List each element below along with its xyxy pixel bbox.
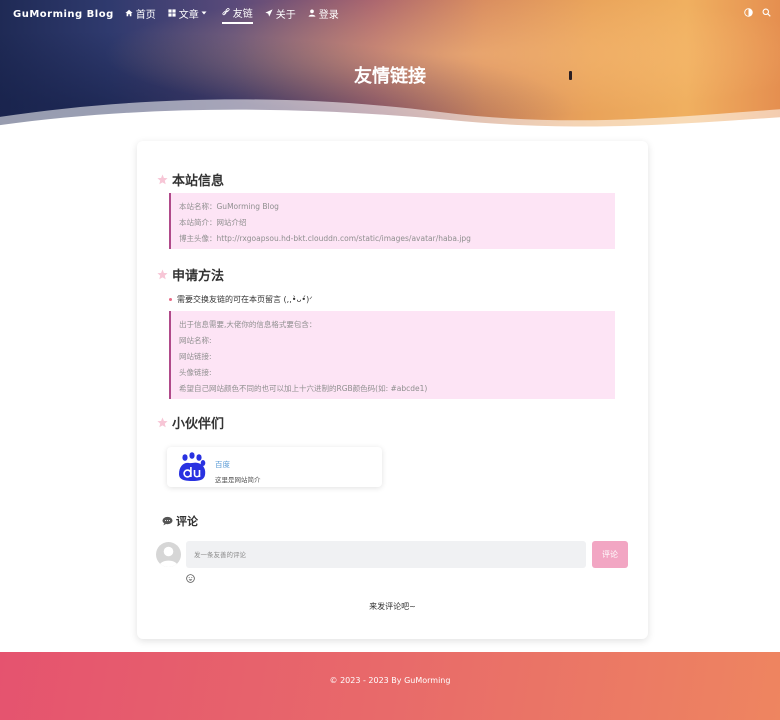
star-icon — [157, 417, 168, 428]
apply-bullet-text: 需要交换友链的可在本页留言 (,,•̀ᴗ•́)ᐟ — [177, 295, 313, 304]
site-desc-line: 本站简介：网站介绍 — [179, 218, 247, 227]
comment-bubble-icon — [162, 516, 173, 526]
theme-toggle-icon[interactable] — [744, 8, 753, 17]
site-info-block: 本站名称：GuMorming Blog 本站简介：网站介绍 博主头像：http:… — [169, 193, 615, 249]
comments-heading: 评论 — [162, 513, 198, 529]
baidu-logo — [179, 452, 206, 481]
apply-bullet: 需要交换友链的可在本页留言 (,,•̀ᴗ•́)ᐟ — [169, 294, 313, 305]
empty-comments-text: 来发评论吧~ — [369, 602, 416, 611]
comments-heading-text: 评论 — [176, 515, 198, 528]
nav-item-articles-label: 文章 — [178, 9, 199, 21]
brand-title[interactable]: GuMorming Blog — [13, 9, 114, 20]
site-name-line: 本站名称：GuMorming Blog — [179, 202, 279, 211]
page-title: 友情链接 — [354, 66, 426, 87]
nav-item-login-label: 登录 — [318, 9, 339, 21]
partners-heading-text: 小伙伴们 — [172, 417, 225, 432]
nav-item-links-label: 友链 — [232, 8, 253, 20]
top-navbar: GuMorming Blog 首页 文章 友链 关于 登录 — [0, 0, 780, 28]
site-avatar-line: 博主头像：http://rxgoapsou.hd-bkt.clouddn.com… — [179, 234, 471, 243]
nav-item-home[interactable]: 首页 — [125, 6, 156, 23]
search-icon[interactable] — [762, 8, 771, 17]
comment-input[interactable] — [186, 541, 586, 568]
paper-plane-icon — [265, 9, 273, 17]
bullet-dot — [169, 298, 172, 301]
apply-line: 头像链接: — [179, 368, 212, 377]
link-icon — [222, 8, 230, 16]
friend-name[interactable]: 百度 — [215, 459, 230, 470]
nav-item-home-label: 首页 — [135, 9, 156, 21]
apply-heading-text: 申请方法 — [172, 269, 225, 284]
apply-line: 希望自己网站颜色不同的也可以加上十六进制的RGB颜色码(如: #abcde1) — [179, 384, 428, 393]
nav-item-login[interactable]: 登录 — [308, 6, 339, 23]
apply-line: 出于信息需要,大佬你的信息格式要包含： — [179, 320, 317, 329]
apply-format-block: 出于信息需要,大佬你的信息格式要包含： 网站名称: 网站链接: 头像链接: 希望… — [169, 311, 615, 399]
submit-comment-button[interactable]: 评论 — [592, 541, 628, 568]
star-icon — [157, 174, 168, 185]
apply-heading: 申请方法 — [157, 265, 224, 284]
site-info-heading: 本站信息 — [157, 170, 224, 189]
apply-line: 网站链接: — [179, 352, 212, 361]
hero-wave — [0, 99, 780, 135]
friend-card[interactable]: 百度 这里是网站简介 — [167, 447, 382, 487]
nav-item-about[interactable]: 关于 — [265, 6, 296, 23]
hero-banner: GuMorming Blog 首页 文章 友链 关于 登录 友情链接 — [0, 0, 780, 135]
default-avatar-icon — [159, 546, 178, 567]
apply-line: 网站名称: — [179, 336, 212, 345]
footer-copyright: © 2023 - 2023 By GuMorming — [329, 676, 451, 685]
user-icon — [308, 9, 316, 17]
partners-heading: 小伙伴们 — [157, 413, 224, 432]
nav-item-articles[interactable]: 文章 — [168, 6, 210, 23]
nav-item-links[interactable]: 友链 — [221, 5, 253, 24]
friend-desc: 这里是网站简介 — [215, 476, 261, 484]
caret-down-icon — [201, 11, 207, 15]
nav-right-tools — [744, 8, 771, 17]
content-card: 本站信息 本站名称：GuMorming Blog 本站简介：网站介绍 博主头像：… — [137, 141, 648, 639]
footer: © 2023 - 2023 By GuMorming — [0, 652, 780, 720]
site-info-heading-text: 本站信息 — [172, 174, 225, 189]
avatar — [156, 542, 181, 567]
home-icon — [125, 9, 133, 17]
star-icon — [157, 269, 168, 280]
emoji-icon[interactable] — [186, 574, 195, 583]
nav-item-about-label: 关于 — [275, 9, 296, 21]
grid-icon — [168, 9, 176, 17]
